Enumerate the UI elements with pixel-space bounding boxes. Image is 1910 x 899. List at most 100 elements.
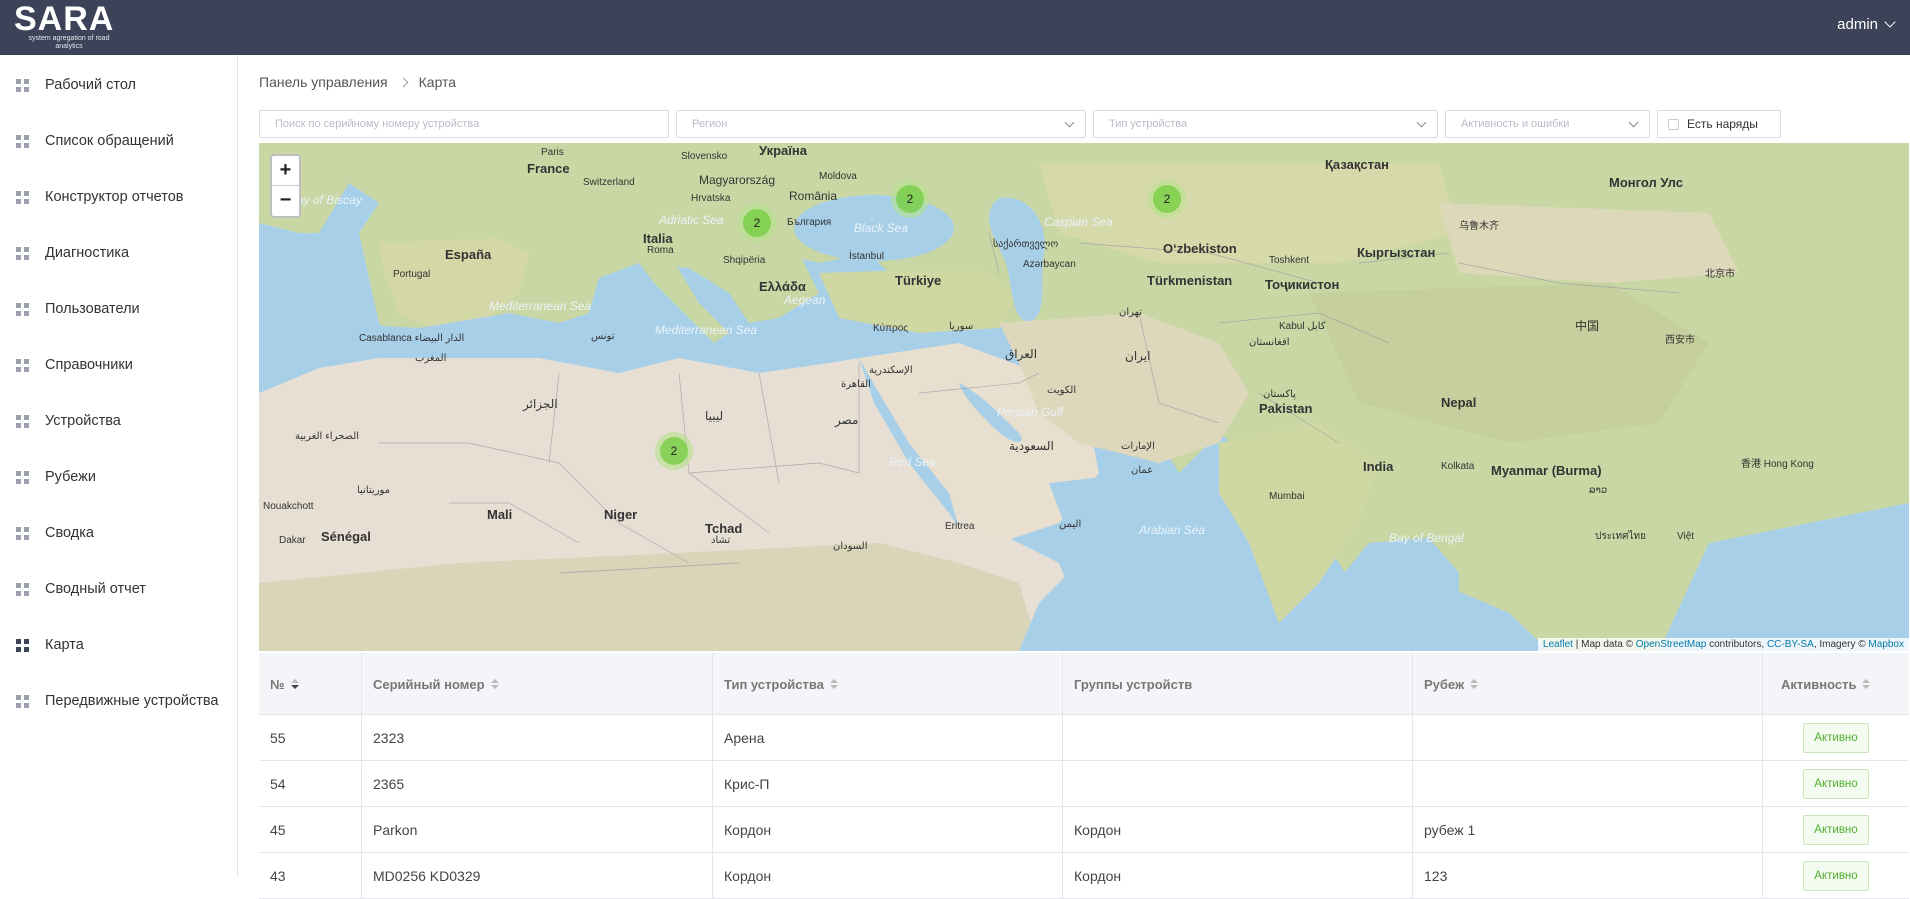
map-label: Ελλάδα xyxy=(759,279,806,294)
search-input[interactable] xyxy=(275,112,668,136)
map-cluster-marker[interactable]: 2 xyxy=(655,432,693,470)
map-label: Tchad xyxy=(705,521,743,536)
attribution-text: , Imagery © xyxy=(1813,639,1869,650)
cell-serial: MD0256 KD0329 xyxy=(361,853,712,899)
sort-icon xyxy=(829,678,838,690)
chevron-down-icon xyxy=(1884,16,1896,28)
cell-activity: Активно xyxy=(1762,761,1909,807)
sort-icon xyxy=(490,678,499,690)
map-label: Тоҷикистон xyxy=(1265,277,1340,292)
map-label: ليبيا xyxy=(705,409,724,423)
map-label: افغانستان xyxy=(1249,337,1290,348)
map-label: ایران xyxy=(1125,349,1151,363)
map-label: Nouakchott xyxy=(263,501,314,512)
chevron-down-icon xyxy=(1628,117,1639,128)
column-header-line[interactable]: Рубеж xyxy=(1412,653,1762,715)
sidebar: Рабочий стол Список обращений Конструкто… xyxy=(0,55,238,877)
table-row[interactable]: 55 2323 Арена Активно xyxy=(259,715,1909,761)
has-orders-checkbox[interactable]: Есть наряды xyxy=(1657,110,1781,138)
sea-label: Black Sea xyxy=(854,221,909,235)
license-link[interactable]: CC-BY-SA xyxy=(1767,639,1814,650)
zoom-in-button[interactable]: + xyxy=(272,156,299,186)
sidebar-item-dashboard[interactable]: Рабочий стол xyxy=(0,57,238,113)
osm-link[interactable]: OpenStreetMap xyxy=(1636,639,1707,650)
search-field[interactable] xyxy=(259,110,669,138)
map-label: القاهرة xyxy=(841,379,871,390)
activity-select[interactable]: Активность и ошибки xyxy=(1445,110,1650,138)
cell-line xyxy=(1412,761,1762,807)
sidebar-item-label: Передвижные устройства xyxy=(45,693,219,709)
sidebar-item-summary[interactable]: Сводка xyxy=(0,505,238,561)
map-label: Azərbaycan xyxy=(1023,259,1076,270)
map-label: 北京市 xyxy=(1705,269,1735,280)
map-label: Niger xyxy=(604,507,638,522)
sidebar-item-devices[interactable]: Устройства xyxy=(0,393,238,449)
leaflet-link[interactable]: Leaflet xyxy=(1543,639,1573,650)
chevron-down-icon xyxy=(1416,117,1427,128)
mapbox-link[interactable]: Mapbox xyxy=(1868,639,1904,650)
sidebar-item-users[interactable]: Пользователи xyxy=(0,281,238,337)
map-label: Moldova xyxy=(819,171,857,182)
zoom-control: + − xyxy=(270,154,301,218)
logo[interactable]: SARA system agregation of road analytics xyxy=(14,2,124,51)
cell-line: 123 xyxy=(1412,853,1762,899)
device-type-select[interactable]: Тип устройства xyxy=(1093,110,1438,138)
map-label: Italia xyxy=(643,231,673,246)
sidebar-item-map[interactable]: Карта xyxy=(0,617,238,673)
map-label: Κύπρος xyxy=(873,323,909,334)
column-header-label: Тип устройства xyxy=(724,676,824,692)
cluster-count: 2 xyxy=(896,185,924,213)
map-cluster-marker[interactable]: 2 xyxy=(738,204,776,242)
region-select[interactable]: Регион xyxy=(676,110,1086,138)
map-label: Україна xyxy=(759,143,808,158)
sidebar-item-requests[interactable]: Список обращений xyxy=(0,113,238,169)
column-header-type[interactable]: Тип устройства xyxy=(712,653,1062,715)
table-row[interactable]: 54 2365 Крис-П Активно xyxy=(259,761,1909,807)
checkbox-box[interactable] xyxy=(1668,118,1679,130)
top-bar: SARA system agregation of road analytics… xyxy=(0,0,1910,55)
map-label: موريتانيا xyxy=(357,485,391,496)
sidebar-item-label: Рубежи xyxy=(45,469,96,485)
zoom-out-button[interactable]: − xyxy=(272,186,299,216)
column-header-activity[interactable]: Активность xyxy=(1762,653,1909,715)
sea-label: Arabian Sea xyxy=(1139,523,1206,537)
map[interactable]: Україна Қазақстан Монгол Улс Paris Slove… xyxy=(259,143,1909,651)
column-header-serial[interactable]: Серийный номер xyxy=(361,653,712,715)
cell-number: 55 xyxy=(270,730,286,746)
sidebar-item-lines[interactable]: Рубежи xyxy=(0,449,238,505)
map-label: 西安市 xyxy=(1665,335,1695,346)
cell-type: Кордон xyxy=(712,853,1062,899)
map-label: France xyxy=(527,161,570,176)
map-label: India xyxy=(1363,459,1394,474)
map-label: O‘zbekiston xyxy=(1163,241,1237,256)
sidebar-item-diagnostics[interactable]: Диагностика xyxy=(0,225,238,281)
cell-number: 43 xyxy=(270,868,286,884)
map-label: Sénégal xyxy=(321,529,371,544)
map-label: الصحراء الغربية xyxy=(295,431,360,442)
cell-type: Крис-П xyxy=(712,761,1062,807)
map-cluster-marker[interactable]: 2 xyxy=(891,180,929,218)
sea-label: Caspian Sea xyxy=(1044,215,1113,229)
sidebar-item-report-builder[interactable]: Конструктор отчетов xyxy=(0,169,238,225)
sidebar-item-summary-report[interactable]: Сводный отчет xyxy=(0,561,238,617)
map-label: الإمارات xyxy=(1121,441,1155,452)
user-menu[interactable]: admin xyxy=(1837,16,1896,33)
map-label: Toshkent xyxy=(1269,255,1310,266)
table-row[interactable]: 45 Parkon Кордон Кордон рубеж 1 Активно xyxy=(259,807,1909,853)
map-label: Pakistan xyxy=(1259,401,1313,416)
grid-icon xyxy=(16,470,29,484)
breadcrumb-root[interactable]: Панель управления xyxy=(259,74,388,90)
column-header-number[interactable]: № xyxy=(259,653,361,715)
sidebar-item-label: Список обращений xyxy=(45,133,174,149)
grid-icon xyxy=(16,582,29,596)
chevron-right-icon xyxy=(398,77,409,87)
region-select-label: Регион xyxy=(692,118,728,130)
map-cluster-marker[interactable]: 2 xyxy=(1148,180,1186,218)
sidebar-item-mobile-devices[interactable]: Передвижные устройства xyxy=(0,673,238,729)
map-label: 中国 xyxy=(1575,319,1600,333)
map-label: السودان xyxy=(833,541,868,552)
sidebar-item-references[interactable]: Справочники xyxy=(0,337,238,393)
grid-icon xyxy=(16,638,29,652)
table-row[interactable]: 43 MD0256 KD0329 Кордон Кордон 123 Актив… xyxy=(259,853,1909,899)
map-label: العراق xyxy=(1005,347,1038,361)
